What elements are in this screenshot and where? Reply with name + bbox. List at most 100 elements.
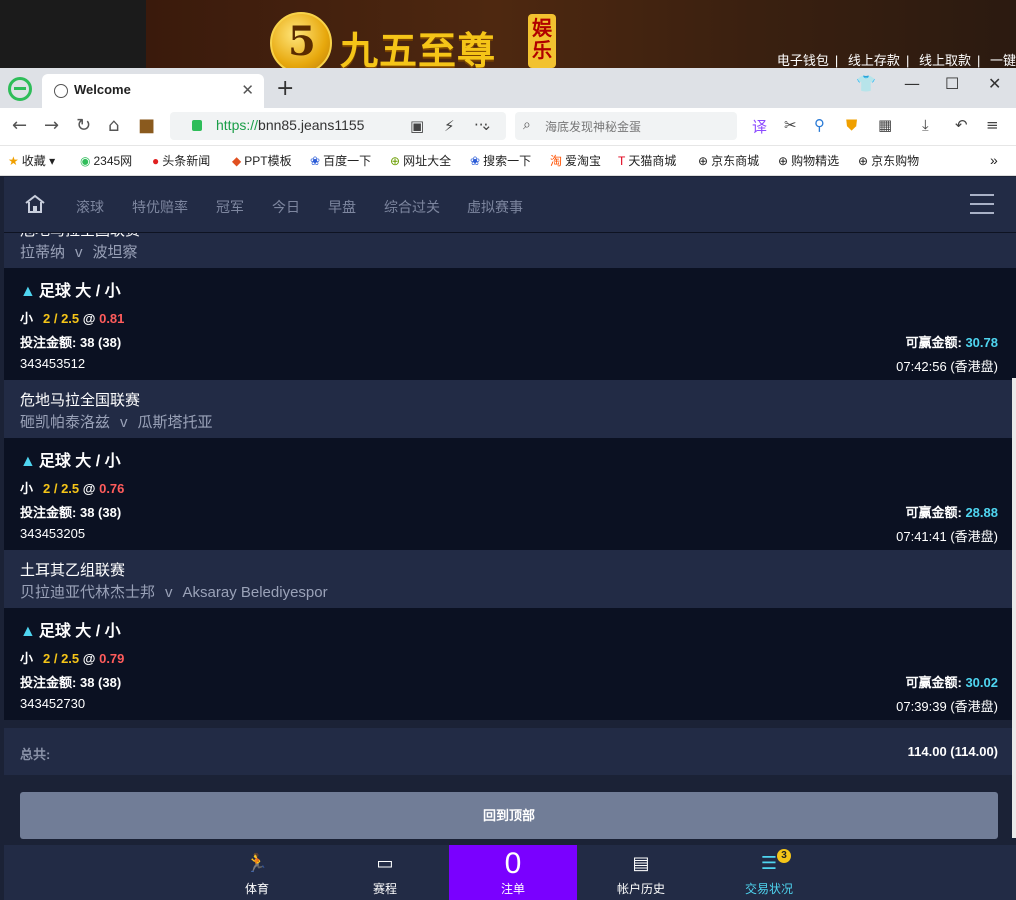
address-bar[interactable]: https://bnn85.jeans1155 ▣ ⚡ ··· [170,112,506,140]
close-tab-icon[interactable]: ✕ [241,81,254,99]
site-banner: 5 九五至尊 娱乐 电子钱包 | 线上存款 | 线上取款 | 一键 [0,0,1016,68]
logo-emblem: 5 [270,12,332,68]
bookmark-ppt[interactable]: ◆ PPT模板 [232,152,292,169]
away-team: 瓜斯塔托亚 [137,414,213,431]
browser-menu-icon[interactable]: ≡ [986,116,999,134]
tab-sports[interactable]: 🏃 体育 [193,845,321,900]
nav-parlay[interactable]: 综合过关 [384,197,440,217]
back-to-top-button[interactable]: 回到顶部 [20,792,998,839]
briefcase-icon[interactable]: ■ [138,115,155,136]
back-icon[interactable]: ← [12,115,27,136]
home-team: 贝拉迪亚代林杰士邦 [20,584,156,601]
bookmark-favorites[interactable]: ★ 收藏 ▾ [8,152,55,169]
match-teams: 拉蒂纳 v 波坦察 [20,244,138,261]
address-url[interactable]: https://bnn85.jeans1155 [216,117,376,133]
away-team: Aksaray Belediyespor [182,584,328,601]
browser-navbar: ← → ↻ ⌂ ■ https://bnn85.jeans1155 ▣ ⚡ ··… [0,108,1016,146]
bet-ref: 343453512 [20,356,86,371]
bookmark-daquan[interactable]: ⊕ 网址大全 [390,152,451,169]
apps-grid-icon[interactable]: ▦ [878,116,892,134]
undo-icon[interactable]: ↶ [955,116,968,134]
link-deposit[interactable]: 线上存款 [848,53,900,68]
magnifier-icon[interactable]: ⚲ [814,116,825,134]
more-bookmarks-icon[interactable]: » [990,152,998,168]
league-header: 土耳其乙组联赛 贝拉迪亚代林杰士邦 v Aksaray Belediyespor [4,550,1016,608]
scissors-icon[interactable]: ✂ [784,116,797,134]
shirt-icon[interactable]: 👕 [856,74,876,93]
checklist-icon: ☰ [760,853,778,874]
globe-icon [54,84,68,98]
tab-schedule-label: 赛程 [372,882,397,896]
bottom-tabbar: 🏃 体育 ▭ 赛程 0 注单 ▤ 帐户历史 ☰ 3 交易状况 [4,845,1016,900]
bookmark-2345[interactable]: ◉ 2345网 [80,152,132,169]
bet-time: 07:41:41 (香港盘) [896,529,998,544]
league-header: 危地马拉全国联赛 砸凯帕泰洛兹 v 瓜斯塔托亚 [4,380,1016,438]
forward-icon[interactable]: → [44,115,59,136]
nav-outright[interactable]: 冠军 [216,197,244,217]
tab-trades[interactable]: ☰ 3 交易状况 [705,845,833,900]
download-icon[interactable]: ⤓ [922,116,929,134]
league-name: 土耳其乙组联赛 [20,562,126,579]
tab-history-label: 帐户历史 [616,882,665,896]
browser-tab[interactable]: Welcome ✕ [42,74,264,108]
chevron-down-icon[interactable]: ⌄ [480,116,493,134]
link-withdraw[interactable]: 线上取款 [919,53,971,68]
runner-icon: 🏃 [245,853,269,874]
bookmark-jd[interactable]: ⊕ 京东商城 [698,152,759,169]
nav-best-odds[interactable]: 特优赔率 [132,197,188,217]
tab-history[interactable]: ▤ 帐户历史 [577,845,705,900]
bookmark-shopping[interactable]: ⊕ 购物精选 [778,152,839,169]
new-tab-icon[interactable]: + [276,76,294,101]
bet-card: ▲ 足球 大 / 小 小2 / 2.5 @ 0.76 投注金额: 38 (38) … [4,438,1016,550]
match-teams: 贝拉迪亚代林杰士邦 v Aksaray Belediyespor [20,584,328,601]
bookmark-taobao[interactable]: 淘爱淘宝 [550,152,601,169]
lightning-icon[interactable]: ⚡ [444,117,455,135]
bookmark-search[interactable]: ❀ 搜索一下 [470,152,531,169]
nav-live[interactable]: 滚球 [76,197,104,217]
tab-trades-label: 交易状况 [744,882,793,896]
document-icon: ▤ [632,853,650,874]
bookmark-baidu[interactable]: ❀ 百度一下 [310,152,371,169]
total-label: 总共: [20,747,51,762]
home-team: 拉蒂纳 [20,244,66,261]
bookmark-tmall[interactable]: T 天猫商城 [618,152,676,169]
nav-today[interactable]: 今日 [272,197,300,217]
bet-time: 07:42:56 (香港盘) [896,359,998,374]
shield-icon[interactable]: ⛊ [846,116,857,134]
tab-betslip[interactable]: 0 注单 [449,845,577,900]
translate-page-icon[interactable]: ▣ [410,117,424,135]
bookmarks-bar: ★ 收藏 ▾ ◉ 2345网 ● 头条新闻 ◆ PPT模板 ❀ 百度一下 ⊕ 网址大全 ❀ 搜… [0,146,1016,176]
bookmark-jd-shop[interactable]: ⊕ 京东购物 [858,152,919,169]
nav-early[interactable]: 早盘 [328,197,356,217]
home-browser-icon[interactable]: ⌂ [108,115,119,136]
nav-virtual[interactable]: 虚拟赛事 [467,197,523,217]
link-wallet[interactable]: 电子钱包 [777,53,829,68]
translate-icon[interactable]: 译 [752,116,767,137]
warning-icon: ▲ [20,453,36,470]
trades-badge: 3 [777,849,791,863]
stake: 投注金额: 38 (38) [20,335,122,350]
warning-icon: ▲ [20,623,36,640]
market-title: ▲ 足球 大 / 小 [20,283,121,300]
lock-icon [192,120,202,131]
minimize-icon[interactable]: — [904,74,920,93]
market-title: ▲ 足球 大 / 小 [20,453,121,470]
bet-card: ▲ 足球 大 / 小 小2 / 2.5 @ 0.81 投注金额: 38 (38) … [4,268,1016,380]
bet-selection: 小2 / 2.5 @ 0.79 [20,651,125,666]
reload-icon[interactable]: ↻ [76,115,91,136]
maximize-icon[interactable]: ☐ [945,74,959,93]
betslip-count: 0 [504,847,522,880]
link-quick[interactable]: 一键 [990,53,1016,68]
potential-win: 可赢金额: 30.78 [905,335,998,350]
bet-card: ▲ 足球 大 / 小 小2 / 2.5 @ 0.79 投注金额: 38 (38) … [4,608,1016,720]
home-icon[interactable] [24,194,46,214]
home-team: 砸凯帕泰洛兹 [20,414,111,431]
bet-time: 07:39:39 (香港盘) [896,699,998,714]
hamburger-menu-icon[interactable] [970,194,994,214]
tab-schedule[interactable]: ▭ 赛程 [321,845,449,900]
page-scrollbar[interactable] [1012,378,1016,838]
bookmark-toutiao[interactable]: ● 头条新闻 [152,152,210,169]
browser-search[interactable]: ⌕ 海底发现神秘金蛋 [515,112,737,140]
potential-win: 可赢金额: 30.02 [905,675,998,690]
close-window-icon[interactable]: ✕ [988,74,1001,93]
